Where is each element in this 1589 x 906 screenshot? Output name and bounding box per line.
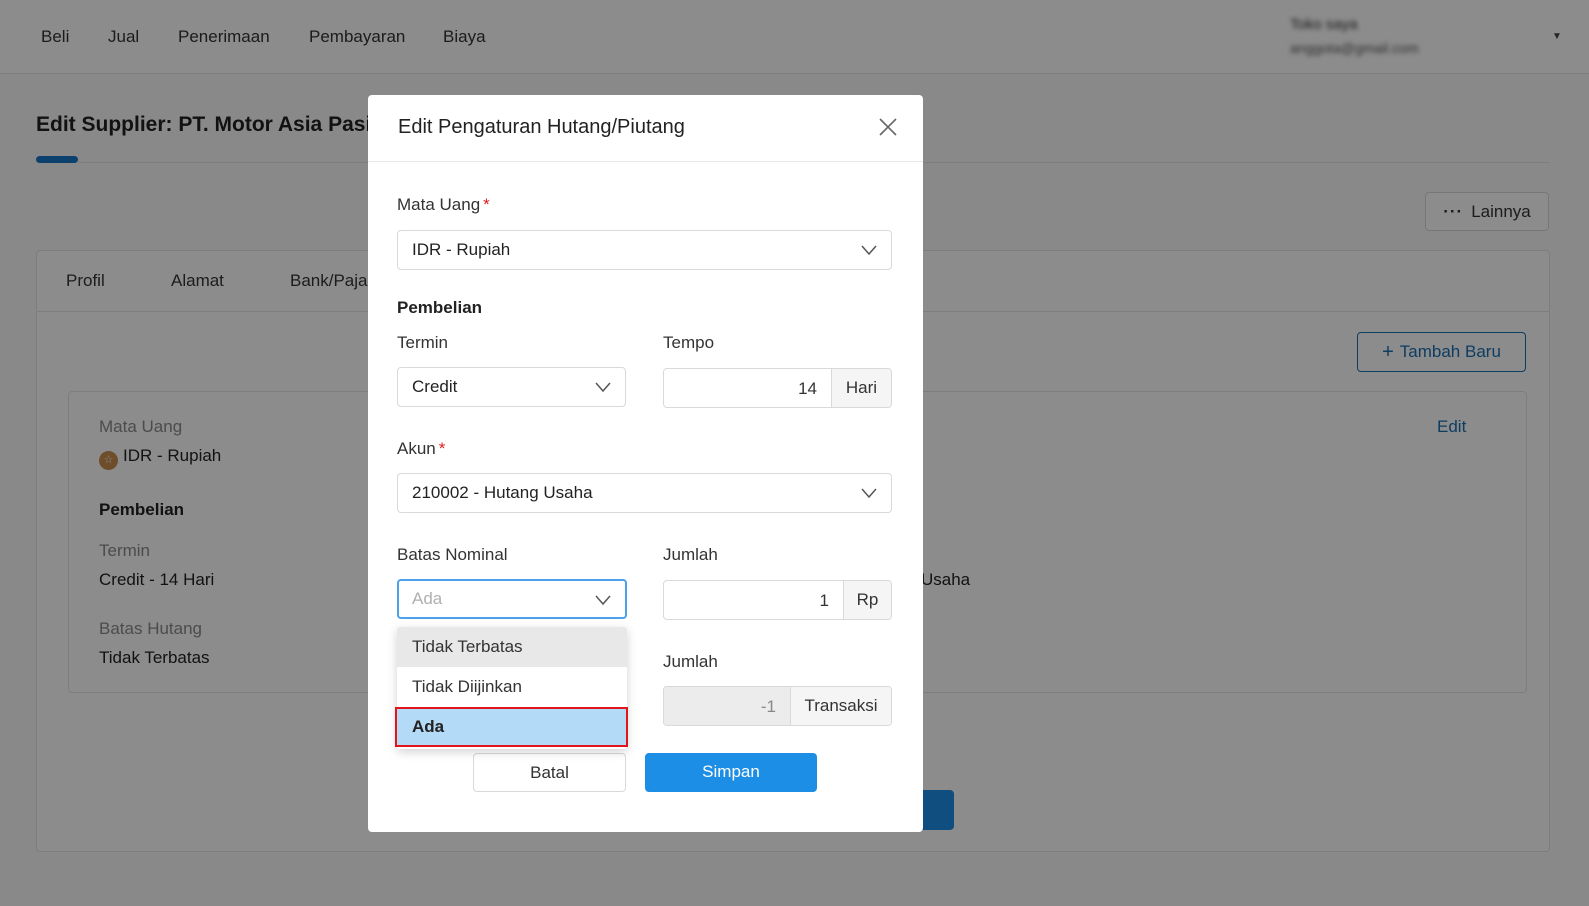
amount-input[interactable]: 1 Rp [663,580,892,620]
chevron-down-icon [595,382,611,393]
limit-select-placeholder: Ada [412,589,443,608]
currency-field-label-text: Mata Uang [397,195,481,214]
modal-header: Edit Pengaturan Hutang/Piutang [368,95,923,162]
chevron-down-icon [861,488,877,499]
due-field-label: Tempo [663,333,715,352]
due-unit: Hari [831,369,891,407]
required-asterisk: * [438,439,446,458]
transaction-amount-input: -1 Transaksi [663,686,892,726]
account-select[interactable]: 210002 - Hutang Usaha [397,473,892,513]
modal-title: Edit Pengaturan Hutang/Piutang [398,116,685,138]
currency-select[interactable]: IDR - Rupiah [397,230,892,270]
transaction-amount-label: Jumlah [663,652,718,671]
limit-dropdown: Tidak Terbatas Tidak Diijinkan Ada [397,627,627,749]
cancel-button[interactable]: Batal [473,753,626,792]
amount-field-label: Jumlah [663,545,718,564]
amount-input-value[interactable]: 1 [664,581,843,619]
chevron-down-icon [861,245,877,256]
due-input-value[interactable]: 14 [664,369,831,407]
purchase-section-heading: Pembelian [397,298,483,317]
option-ada[interactable]: Ada [397,707,627,747]
transaction-amount-value: -1 [664,687,790,725]
account-field-label: Akun * [397,439,445,459]
term-select[interactable]: Credit [397,367,626,407]
term-field-label: Termin [397,333,449,352]
required-asterisk: * [483,195,490,214]
limit-select[interactable]: Ada [397,579,627,619]
amount-unit: Rp [843,581,891,619]
currency-field-label: Mata Uang * [397,195,490,215]
save-button[interactable]: Simpan [645,753,817,792]
chevron-down-icon [595,595,611,606]
close-icon[interactable] [877,116,899,138]
account-select-value: 210002 - Hutang Usaha [412,483,593,502]
option-tidak-diijinkan[interactable]: Tidak Diijinkan [397,667,627,707]
term-select-value: Credit [412,377,458,396]
limit-field-label: Batas Nominal [397,545,508,564]
edit-debt-modal: Edit Pengaturan Hutang/Piutang Mata Uang… [368,95,923,832]
transaction-amount-unit: Transaksi [790,687,891,725]
account-field-label-text: Akun [397,439,436,458]
currency-select-value: IDR - Rupiah [412,240,511,259]
option-tidak-terbatas[interactable]: Tidak Terbatas [397,627,627,667]
due-input[interactable]: 14 Hari [663,368,892,408]
